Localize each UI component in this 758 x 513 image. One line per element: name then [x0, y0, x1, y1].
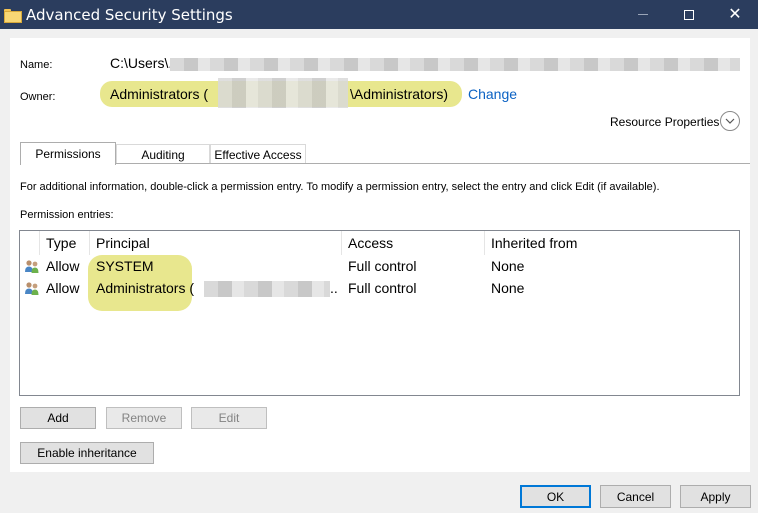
window-title: Advanced Security Settings — [26, 5, 233, 24]
column-header-type[interactable]: Type — [40, 231, 90, 255]
minimize-button[interactable] — [620, 0, 666, 29]
minimize-icon — [638, 14, 648, 15]
redacted-path — [170, 58, 740, 71]
redacted-principal — [204, 281, 330, 297]
tab-effective-access[interactable]: Effective Access — [210, 144, 306, 164]
redacted-owner-domain — [218, 78, 348, 108]
enable-inheritance-button[interactable]: Enable inheritance — [20, 442, 154, 464]
resource-properties-expand-button[interactable] — [720, 111, 740, 131]
list-header: Type Principal Access Inherited from — [20, 231, 739, 255]
owner-value-prefix: Administrators ( — [110, 86, 209, 102]
table-row[interactable]: Allow Administrators ( .. Full control N… — [20, 277, 739, 299]
chevron-down-icon — [725, 116, 735, 127]
maximize-button[interactable] — [666, 0, 712, 29]
edit-button[interactable]: Edit — [191, 407, 267, 429]
row-principal: SYSTEM — [96, 258, 154, 274]
add-button[interactable]: Add — [20, 407, 96, 429]
apply-button[interactable]: Apply — [680, 485, 751, 508]
close-button[interactable]: ✕ — [712, 0, 758, 29]
name-label: Name: — [20, 59, 53, 71]
users-icon — [24, 280, 40, 296]
tab-divider — [20, 163, 750, 164]
row-principal-ellipsis: .. — [330, 280, 338, 296]
change-owner-link[interactable]: Change — [468, 86, 517, 102]
column-header-principal[interactable]: Principal — [90, 231, 342, 255]
column-header-icon — [20, 231, 40, 255]
users-icon — [24, 258, 40, 274]
close-icon: ✕ — [728, 5, 742, 23]
ok-button[interactable]: OK — [520, 485, 591, 508]
row-type: Allow — [46, 258, 80, 274]
resource-properties-label: Resource Properties — [610, 115, 720, 129]
row-type: Allow — [46, 280, 80, 296]
cancel-button[interactable]: Cancel — [600, 485, 671, 508]
name-value: C:\Users\. — [110, 55, 173, 71]
content-panel: Name: C:\Users\. Owner: Administrators (… — [10, 38, 750, 472]
tab-strip: Permissions Auditing Effective Access — [20, 142, 750, 165]
column-header-access[interactable]: Access — [342, 231, 485, 255]
tab-auditing[interactable]: Auditing — [116, 144, 210, 164]
info-text: For additional information, double-click… — [20, 181, 660, 193]
maximize-icon — [684, 9, 694, 20]
row-access: Full control — [348, 258, 417, 274]
row-access: Full control — [348, 280, 417, 296]
permission-entries-label: Permission entries: — [20, 209, 114, 221]
folder-icon — [4, 8, 22, 23]
table-row[interactable]: Allow SYSTEM Full control None — [20, 255, 739, 277]
row-inherited-from: None — [491, 280, 525, 296]
owner-label: Owner: — [20, 91, 56, 103]
row-inherited-from: None — [491, 258, 525, 274]
column-header-inherited-from[interactable]: Inherited from — [485, 231, 739, 255]
tab-permissions[interactable]: Permissions — [20, 142, 116, 165]
permission-entries-list[interactable]: Type Principal Access Inherited from All… — [19, 230, 740, 396]
remove-button[interactable]: Remove — [106, 407, 182, 429]
row-principal: Administrators ( — [96, 280, 195, 296]
title-bar: Advanced Security Settings ✕ — [0, 0, 758, 29]
owner-value-suffix: \Administrators) — [350, 86, 449, 102]
